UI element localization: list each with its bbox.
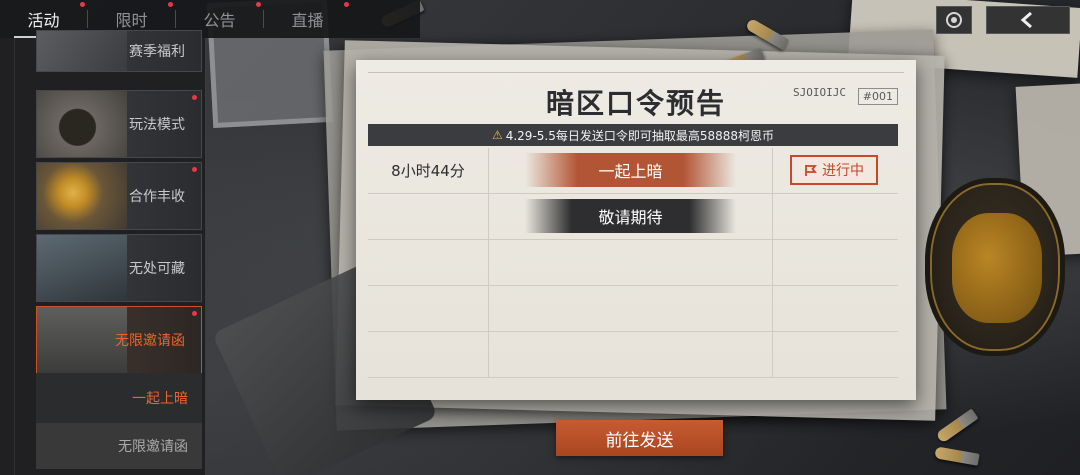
promo-banner: ⚠ 4.29-5.5每日发送口令即可抽取最高58888柯恩币 (368, 124, 898, 146)
table-row: 敬请期待 (368, 194, 898, 240)
tab-live[interactable]: 直播 (264, 0, 351, 38)
item-thumbnail (37, 163, 127, 229)
background-patch (925, 178, 1065, 356)
notification-dot (256, 2, 261, 7)
countdown-time: 8小时44分 (391, 162, 465, 180)
table-row (368, 332, 898, 378)
globe-icon (946, 12, 962, 28)
sidebar-item-season-rewards[interactable]: 赛季福利 (36, 30, 202, 72)
password-cell (488, 240, 773, 285)
notification-dot (168, 2, 173, 7)
card-number: #001 (857, 88, 898, 105)
notification-dot (344, 2, 349, 7)
item-thumbnail (37, 31, 127, 71)
password-cell (488, 332, 773, 377)
settings-button[interactable] (936, 6, 972, 34)
patch-emblem (952, 213, 1042, 323)
subtab-together-dark[interactable]: 一起上暗 (36, 373, 202, 423)
item-thumbnail (37, 235, 127, 301)
notification-dot (192, 311, 197, 316)
sidebar-item-unlimited-invitation[interactable]: 无限邀请函 (36, 306, 202, 374)
chevron-left-icon (1020, 11, 1032, 29)
table-row: 8小时44分 一起上暗 进行中 (368, 148, 898, 194)
password-cell: 敬请期待 (488, 194, 773, 239)
item-thumbnail (37, 91, 127, 157)
table-row (368, 286, 898, 332)
countdown-time (368, 240, 488, 285)
sidebar-item-harvest[interactable]: 合作丰收 (36, 162, 202, 230)
password-upcoming[interactable]: 敬请期待 (525, 199, 736, 233)
notification-dot (192, 167, 197, 172)
subtab-unlimited-invitation[interactable]: 无限邀请函 (36, 423, 202, 469)
warning-icon: ⚠ (491, 128, 503, 142)
countdown-time (368, 332, 488, 377)
password-empty (525, 337, 736, 371)
sidebar-item-nowhere-to-hide[interactable]: 无处可藏 (36, 234, 202, 302)
card-rule (368, 72, 904, 73)
table-row (368, 240, 898, 286)
password-empty (525, 291, 736, 325)
sidebar-item-game-modes[interactable]: 玩法模式 (36, 90, 202, 158)
password-current[interactable]: 一起上暗 (525, 153, 736, 187)
countdown-time (368, 286, 488, 331)
countdown-time (368, 194, 488, 239)
flag-icon (805, 164, 817, 176)
password-cell: 一起上暗 (488, 148, 773, 193)
notification-dot (192, 95, 197, 100)
back-button[interactable] (986, 6, 1070, 34)
sidebar-rail (14, 38, 15, 475)
password-preview-card: 暗区口令预告 SJOIOIJC #001 ⚠ 4.29-5.5每日发送口令即可抽… (356, 60, 916, 400)
password-empty (525, 245, 736, 279)
item-thumbnail (37, 307, 127, 373)
notification-dot (80, 2, 85, 7)
go-send-button[interactable]: 前往发送 (556, 420, 723, 456)
password-cell (488, 286, 773, 331)
status-badge: 进行中 (790, 155, 878, 185)
top-right-controls (936, 6, 1070, 34)
card-code: SJOIOIJC (793, 86, 846, 99)
